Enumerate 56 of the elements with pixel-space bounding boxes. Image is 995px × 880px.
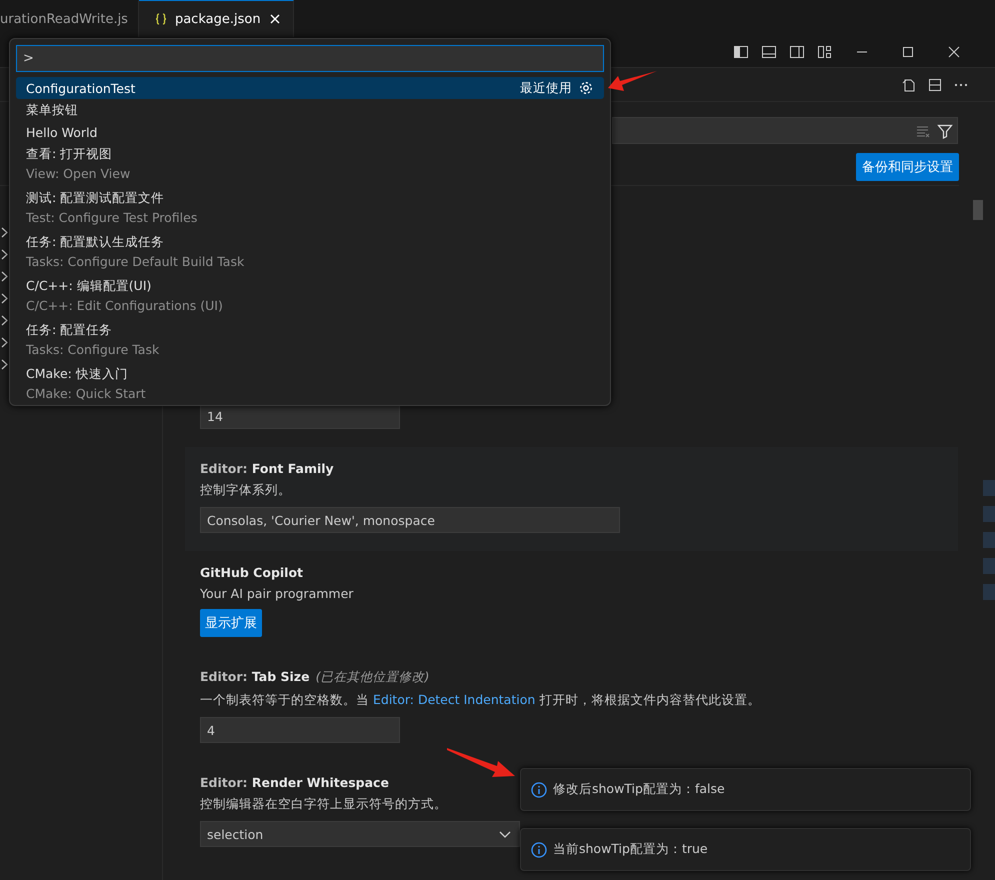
sync-settings-button[interactable]: 备份和同步设置 [856,153,959,181]
command-item[interactable]: ConfigurationTest 最近使用 [16,77,604,99]
minimap-marker [983,558,995,574]
setting-dropdown[interactable]: selection [200,821,520,847]
command-item[interactable]: 测试: 配置测试配置文件 Test: Configure Test Profiles [16,187,604,231]
notification-toast: 修改后showTip配置为：false [520,768,971,811]
setting-title: Editor: Render Whitespace [200,775,389,790]
show-extension-button[interactable]: 显示扩展 [200,609,262,637]
command-input[interactable]: > [16,45,604,72]
scrollbar-thumb[interactable] [973,200,983,220]
command-item[interactable]: 任务: 配置默认生成任务 Tasks: Configure Default Build Task [16,231,604,275]
editor-tab[interactable]: urationReadWrite.js [0,0,139,37]
layout-icon[interactable] [817,44,833,60]
minimap-marker [983,532,995,548]
setting-description: 控制字体系列。 [200,482,291,499]
command-detail: Tasks: Configure Default Build Task [26,253,246,271]
close-icon[interactable] [946,44,962,60]
setting-input[interactable]: 4 [200,717,400,743]
setting-link[interactable]: Editor: Detect Indentation [372,692,536,707]
notification-toast: 当前showTip配置为：true [520,828,971,871]
command-detail: CMake: Quick Start [26,385,147,403]
command-detail: View: Open View [26,165,132,183]
command-detail: C/C++: Edit Configurations (UI) [26,297,224,315]
arrow-drawing [608,70,658,94]
command-item[interactable]: 任务: 配置任务 Tasks: Configure Task [16,319,604,363]
setting-description: 控制编辑器在空白字符上显示符号的方式。 [200,796,447,813]
settings-icon[interactable] [578,80,594,96]
command-item[interactable]: 查看: 打开视图 View: Open View [16,143,604,187]
command-item[interactable]: 菜单按钮 [16,99,604,121]
file-icon[interactable] [901,76,917,92]
recently-used-label: 最近使用 [520,80,572,96]
setting-title: GitHub Copilot [200,565,304,580]
info-icon [531,842,547,858]
minimap-marker [983,584,995,600]
command-detail: Tasks: Configure Task [26,341,160,359]
minimap-marker [983,480,995,496]
split-editor-icon[interactable] [927,76,943,92]
maximize-icon[interactable] [900,44,916,60]
search-field[interactable] [612,117,958,144]
filter-icon[interactable] [937,122,953,138]
minimap-marker [983,506,995,522]
sidebar-toggle-icon[interactable] [733,44,749,60]
command-item[interactable]: Hello World [16,121,604,143]
setting-description: Your AI pair programmer [200,586,354,601]
setting-input[interactable]: Consolas, 'Courier New', monospace [200,507,620,533]
command-item[interactable]: CMake: 快速入门 CMake: Quick Start [16,363,604,405]
setting-title: Editor: Font Family [200,461,334,476]
editor-tab[interactable]: package.json [138,0,294,37]
arrow-drawing [447,747,515,777]
command-detail: Test: Configure Test Profiles [26,209,198,227]
panel-toggle-icon[interactable] [761,44,777,60]
command-item[interactable]: C/C++: 编辑配置(UI) C/C++: Edit Configurations (UI) [16,275,604,319]
split-layout-icon[interactable] [789,44,805,60]
setting-description: 一个制表符等于的空格数。当 Editor: Detect Indentation 打开时，将根据文件内容替代此设置。 [200,692,760,709]
setting-title: Editor: Tab Size (已在其他位置修改) [200,669,430,686]
info-icon [531,782,547,798]
